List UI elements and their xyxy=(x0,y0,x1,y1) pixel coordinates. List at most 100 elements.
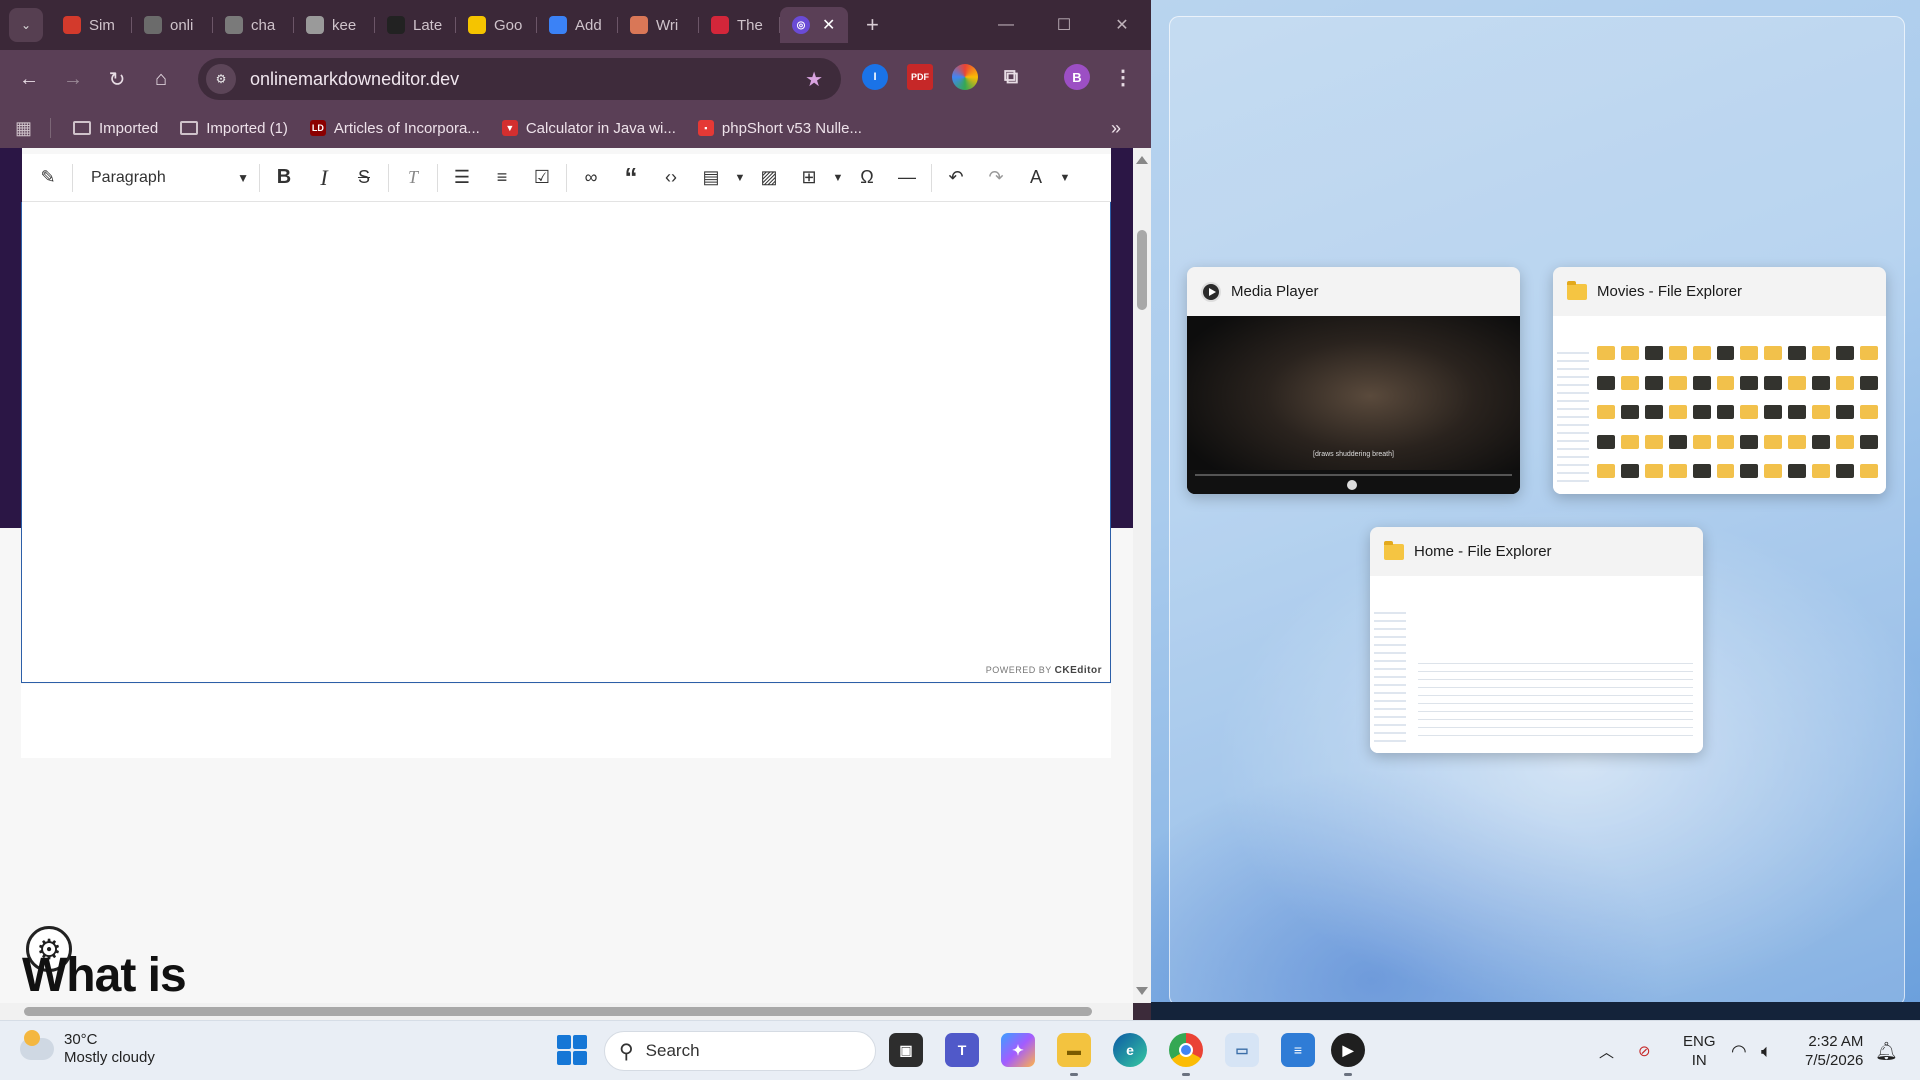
new-tab-button[interactable]: + xyxy=(866,12,879,38)
powered-by-label[interactable]: POWERED BY CKEditor xyxy=(986,665,1102,676)
bookmark-item[interactable]: LD Articles of Incorpora... xyxy=(309,120,480,137)
chrome-icon[interactable] xyxy=(1169,1033,1203,1067)
editor-content-area[interactable]: POWERED BY CKEditor xyxy=(21,202,1111,683)
tab-0[interactable]: Sim xyxy=(51,7,132,43)
redo-icon[interactable]: ↷ xyxy=(976,158,1016,198)
search-icon: ⚲ xyxy=(619,1040,634,1063)
wifi-icon[interactable]: ◠ xyxy=(1731,1021,1747,1080)
chevron-down-icon[interactable]: ▼ xyxy=(731,158,749,198)
address-bar[interactable]: ⚙ onlinemarkdowneditor.dev ★ xyxy=(198,58,841,100)
close-window-button[interactable]: ✕ xyxy=(1093,0,1151,50)
code-block-icon[interactable]: ▤ xyxy=(691,158,731,198)
bookmark-star-icon[interactable]: ★ xyxy=(805,67,823,92)
horizontal-line-icon[interactable]: — xyxy=(887,158,927,198)
scroll-down-arrow[interactable] xyxy=(1136,987,1148,995)
close-tab-icon[interactable]: ✕ xyxy=(822,15,835,35)
italic-button[interactable]: I xyxy=(304,158,344,198)
todo-list-icon[interactable]: ☑ xyxy=(522,158,562,198)
clock[interactable]: 2:32 AM 7/5/2026 xyxy=(1805,1021,1863,1080)
notification-bell-icon[interactable]: 🔔︎ xyxy=(1875,1021,1898,1080)
browser-toolbar: ← → ↻ ⌂ ⚙ onlinemarkdowneditor.dev ★ I P… xyxy=(0,50,1151,108)
scroll-thumb[interactable] xyxy=(24,1007,1092,1016)
pdf-icon[interactable]: PDF xyxy=(907,64,933,90)
bold-button[interactable]: B xyxy=(264,158,304,198)
weather-widget[interactable]: 30°C Mostly cloudy xyxy=(20,1030,155,1067)
chevron-down-icon[interactable]: ▼ xyxy=(829,158,847,198)
spellcheck-icon[interactable]: A xyxy=(1016,158,1056,198)
address-text: onlinemarkdowneditor.dev xyxy=(250,68,460,89)
bookmark-label: phpShort v53 Nulle... xyxy=(721,119,862,137)
menu-kebab-icon[interactable]: ⋮ xyxy=(1110,64,1136,90)
undo-icon[interactable]: ↶ xyxy=(936,158,976,198)
teams-icon[interactable]: T xyxy=(945,1033,979,1067)
profile-avatar[interactable]: B xyxy=(1064,64,1090,90)
color-wheel-icon[interactable] xyxy=(952,64,978,90)
network-alert-icon[interactable]: ⊘ xyxy=(1638,1021,1651,1080)
bulleted-list-icon[interactable]: ≡ xyxy=(482,158,522,198)
numbered-list-icon[interactable]: ☰ xyxy=(442,158,482,198)
1password-icon[interactable]: I xyxy=(862,64,888,90)
bookmark-item[interactable]: ▼ Calculator in Java wi... xyxy=(501,120,676,137)
insert-table-icon[interactable]: ⊞ xyxy=(789,158,829,198)
maximize-button[interactable]: ☐ xyxy=(1035,0,1093,50)
show-hidden-icons[interactable]: ︿ xyxy=(1599,1021,1614,1080)
reload-button[interactable]: ↻ xyxy=(97,59,137,99)
file-explorer-icon[interactable]: ▬ xyxy=(1057,1033,1091,1067)
tab-3[interactable]: kee xyxy=(294,7,375,43)
back-button[interactable]: ← xyxy=(9,59,49,99)
notepad-icon[interactable]: ≡ xyxy=(1281,1033,1315,1067)
tab-active[interactable]: ◎ ✕ xyxy=(780,7,848,43)
bookmark-item[interactable]: Imported xyxy=(73,120,158,137)
copilot-taskbar-icon[interactable]: ✦ xyxy=(1001,1033,1035,1067)
forward-button[interactable]: → xyxy=(53,59,93,99)
bookmark-item[interactable]: Imported (1) xyxy=(180,120,288,137)
red-slash-icon xyxy=(63,16,81,34)
volume-icon[interactable]: 🔈︎ xyxy=(1761,1021,1772,1080)
start-button[interactable] xyxy=(557,1035,587,1065)
blockquote-icon[interactable]: “ xyxy=(611,158,651,198)
tab-search-button[interactable]: ⌄ xyxy=(9,8,43,42)
task-view-icon[interactable]: ▣ xyxy=(889,1033,923,1067)
tab-4[interactable]: Late xyxy=(375,7,456,43)
link-icon[interactable]: ∞ xyxy=(571,158,611,198)
weather-desc: Mostly cloudy xyxy=(64,1049,155,1066)
language-indicator[interactable]: ENG IN xyxy=(1683,1021,1716,1080)
snap-thumb-media-player[interactable]: Media Player [draws shuddering breath] xyxy=(1187,267,1520,494)
tab-1[interactable]: onli xyxy=(132,7,213,43)
horizontal-scrollbar[interactable] xyxy=(0,1003,1133,1020)
photos-icon[interactable]: ▭ xyxy=(1225,1033,1259,1067)
site-info-icon[interactable]: ⚙ xyxy=(206,64,236,94)
tab-7[interactable]: Wri xyxy=(618,7,699,43)
explorer-preview xyxy=(1553,316,1886,494)
bulb-yellow-icon xyxy=(468,16,486,34)
edge-icon[interactable]: e xyxy=(1113,1033,1147,1067)
vertical-scrollbar[interactable] xyxy=(1133,148,1151,1003)
snap-thumb-home-explorer[interactable]: Home - File Explorer xyxy=(1370,527,1703,753)
tab-8[interactable]: The xyxy=(699,7,780,43)
bookmark-item[interactable]: ▪ phpShort v53 Nulle... xyxy=(697,119,862,137)
scroll-thumb[interactable] xyxy=(1137,230,1147,310)
tab-2[interactable]: cha xyxy=(213,7,294,43)
tab-5[interactable]: Goo xyxy=(456,7,537,43)
site-favicon-icon: LD xyxy=(309,120,326,136)
snap-thumb-movies-explorer[interactable]: Movies - File Explorer xyxy=(1553,267,1886,494)
special-chars-icon[interactable]: Ω xyxy=(847,158,887,198)
tab-6[interactable]: Add xyxy=(537,7,618,43)
insert-image-icon[interactable]: ▨ xyxy=(749,158,789,198)
extensions-puzzle-icon[interactable]: ⧉ xyxy=(998,64,1024,90)
taskbar-search[interactable]: ⚲ Search xyxy=(604,1031,876,1071)
clear-format-icon[interactable]: T xyxy=(393,158,433,198)
block-format-select[interactable]: Paragraph ▼ xyxy=(85,160,255,196)
tab-label: cha xyxy=(251,16,276,34)
scroll-up-arrow[interactable] xyxy=(1136,156,1148,164)
home-button[interactable]: ⌂ xyxy=(141,59,181,99)
minimize-button[interactable]: — xyxy=(977,0,1035,50)
chevron-down-icon[interactable]: ▼ xyxy=(1056,158,1074,198)
media-player-taskbar-icon[interactable]: ▶ xyxy=(1331,1033,1365,1067)
strikethrough-button[interactable]: S xyxy=(344,158,384,198)
markdown-icon xyxy=(144,16,162,34)
source-edit-icon[interactable]: ✎ xyxy=(28,158,68,198)
code-icon[interactable]: ‹› xyxy=(651,158,691,198)
apps-grid-icon[interactable]: ▦ xyxy=(15,118,32,139)
more-bookmarks-icon[interactable]: » xyxy=(1111,118,1121,139)
